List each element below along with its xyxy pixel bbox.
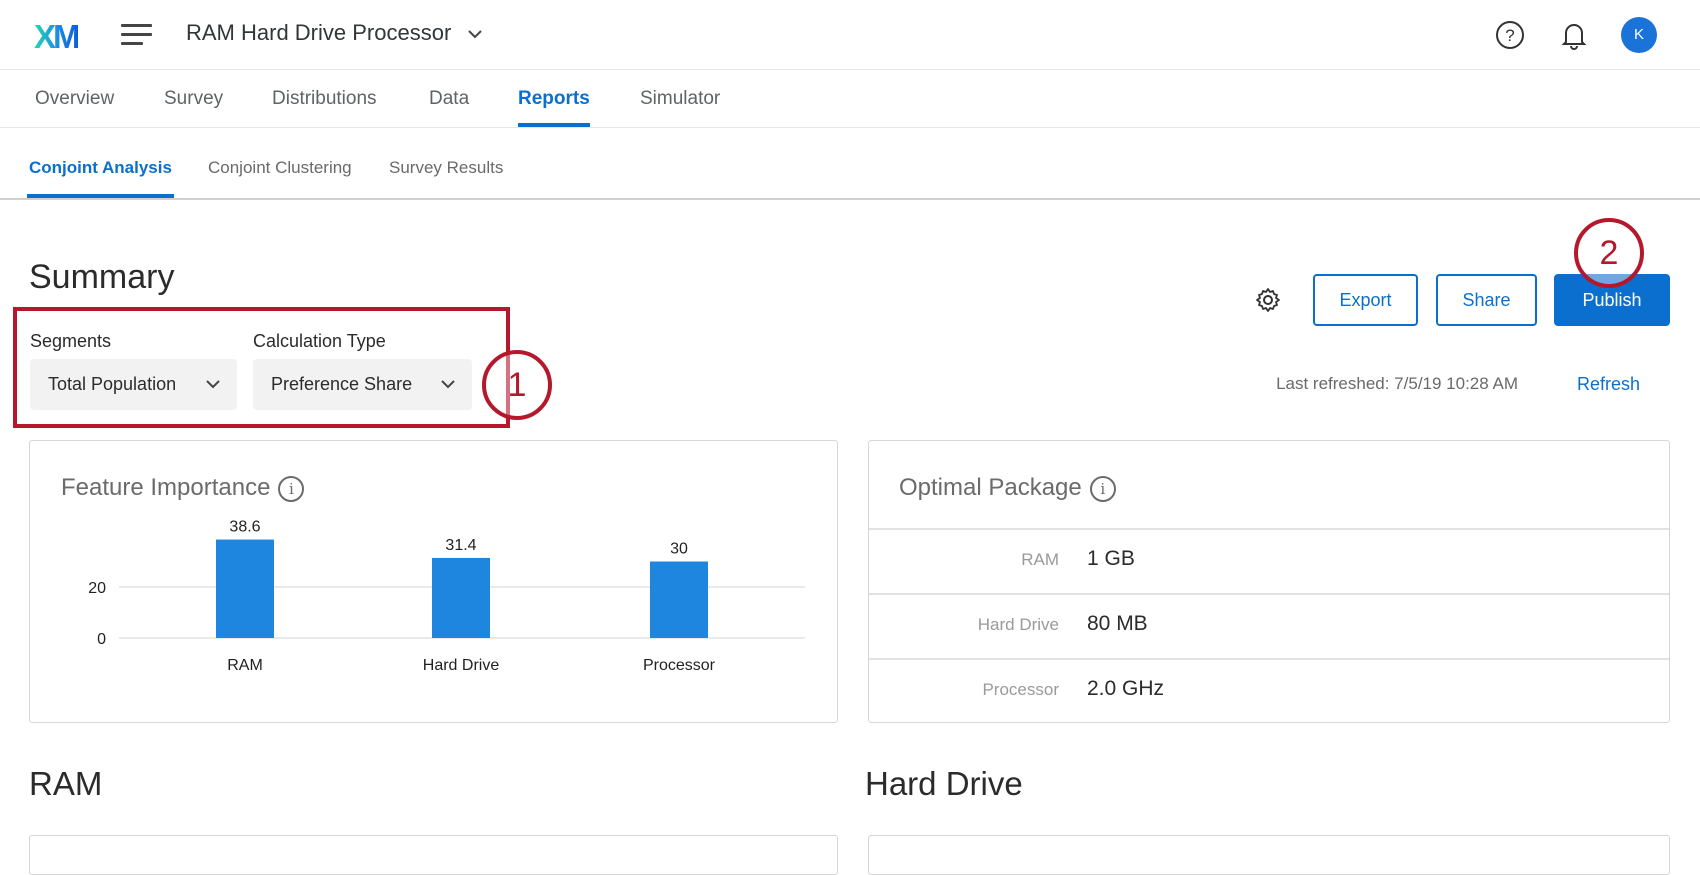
chevron-down-icon (468, 30, 483, 39)
menu-icon[interactable] (121, 24, 152, 46)
last-refreshed-text: Last refreshed: 7/5/19 10:28 AM (1276, 374, 1518, 393)
attribute-value: 1 GB (1087, 547, 1135, 570)
tab-reports[interactable]: Reports (518, 88, 590, 127)
feature-importance-chart: 0 20 38.6 RAM 31.4 Hard Drive 30 Processor (88, 519, 805, 674)
subtab-conjoint-analysis[interactable]: Conjoint Analysis (27, 158, 174, 198)
data-label: 31.4 (445, 537, 476, 554)
attribute-label: Processor (982, 680, 1059, 699)
x-tick-label: RAM (227, 657, 263, 674)
feature-importance-card: Feature Importance i 0 20 38.6 RAM 31.4 Hard D… (29, 440, 838, 723)
package-row: Hard Drive 80 MB (869, 593, 1669, 658)
attribute-label: RAM (1021, 550, 1059, 569)
attribute-value: 2.0 GHz (1087, 677, 1165, 700)
help-icon[interactable]: ? (1495, 20, 1525, 50)
subtab-conjoint-clustering[interactable]: Conjoint Clustering (208, 158, 352, 178)
sub-tabs: Conjoint Analysis Conjoint Clustering Su… (0, 128, 1700, 200)
optimal-package-title: Optimal Package i (899, 474, 1116, 502)
main-tabs: Overview Survey Distributions Data Repor… (0, 70, 1700, 128)
data-label: 38.6 (229, 519, 260, 536)
annotation-badge-1: 1 (482, 350, 552, 420)
subtab-survey-results[interactable]: Survey Results (389, 158, 503, 178)
tab-simulator[interactable]: Simulator (640, 88, 720, 110)
top-bar: XM RAM Hard Drive Processor ? K (0, 0, 1700, 70)
data-label: 30 (670, 541, 688, 558)
page-title: Summary (29, 258, 175, 296)
package-row: Processor 2.0 GHz (869, 658, 1669, 723)
section-heading-ram: RAM (29, 765, 103, 802)
card-title-text: Optimal Package (899, 474, 1082, 501)
y-tick-label: 20 (88, 580, 106, 597)
info-icon[interactable]: i (1089, 475, 1116, 502)
gear-icon[interactable] (1255, 287, 1281, 313)
x-tick-label: Hard Drive (423, 657, 500, 674)
y-tick-label: 0 (97, 631, 106, 648)
optimal-package-card: Optimal Package i RAM 1 GB Hard Drive 80 MB… (868, 440, 1670, 723)
attribute-value: 80 MB (1087, 612, 1148, 635)
tab-overview[interactable]: Overview (35, 88, 114, 110)
ram-card (29, 835, 838, 875)
hard-drive-card (868, 835, 1670, 875)
export-button[interactable]: Export (1313, 274, 1418, 326)
tab-data[interactable]: Data (429, 88, 469, 110)
bell-icon[interactable] (1559, 20, 1589, 50)
svg-text:?: ? (1505, 26, 1514, 45)
project-title: RAM Hard Drive Processor (186, 20, 452, 45)
annotation-badge-2: 2 (1574, 218, 1644, 288)
project-selector[interactable]: RAM Hard Drive Processor (186, 20, 483, 46)
bar-processor (650, 561, 708, 638)
bar-hard-drive (432, 557, 490, 638)
attribute-label: Hard Drive (977, 615, 1059, 634)
tab-distributions[interactable]: Distributions (272, 88, 377, 110)
xm-logo[interactable]: XM (34, 18, 80, 56)
x-tick-label: Processor (643, 657, 716, 674)
package-row: RAM 1 GB (869, 528, 1669, 593)
share-button[interactable]: Share (1436, 274, 1537, 326)
refresh-link[interactable]: Refresh (1577, 374, 1640, 395)
bar-ram (216, 539, 274, 638)
section-heading-hard-drive: Hard Drive (865, 765, 1023, 802)
annotation-highlight-box (13, 307, 510, 428)
avatar[interactable]: K (1621, 17, 1657, 53)
tab-survey[interactable]: Survey (164, 88, 223, 110)
